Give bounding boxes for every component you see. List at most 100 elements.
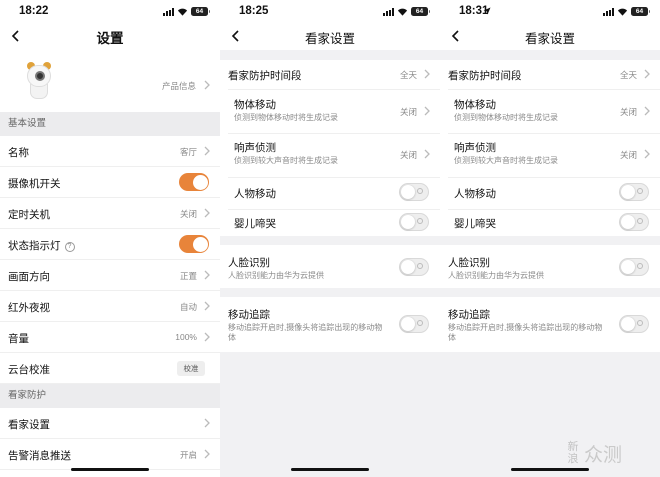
- watermark-char-1: 新: [567, 441, 579, 453]
- setting-row-volume[interactable]: 音量 100%: [0, 322, 220, 353]
- row-label: 人脸识别: [448, 257, 490, 269]
- object-motion-row[interactable]: 物体移动 侦测到物体移动时将生成记录 关闭: [440, 90, 660, 132]
- product-info-label: 产品信息: [161, 81, 196, 91]
- detection-card: 看家防护时间段 全天 物体移动 侦测到物体移动时将生成记录 关闭 响声侦测 侦测…: [220, 60, 440, 236]
- setting-row-night-vision[interactable]: 红外夜视 自动: [0, 291, 220, 322]
- section-header-basic: 基本设置: [0, 112, 220, 136]
- chevron-right-icon: [204, 332, 210, 342]
- chevron-right-icon: [204, 208, 210, 218]
- setting-row-orientation[interactable]: 画面方向 正置: [0, 260, 220, 291]
- row-value: 关闭: [399, 107, 417, 117]
- row-label: 婴儿啼哭: [454, 218, 496, 230]
- row-value: 关闭: [179, 209, 197, 219]
- location-arrow-icon: [483, 7, 491, 15]
- page-title: 看家设置: [304, 32, 355, 46]
- row-description: 侦测到较大声音时将生成记录: [234, 156, 338, 165]
- motion-tracking-toggle[interactable]: [399, 315, 429, 333]
- home-indicator[interactable]: [291, 468, 369, 471]
- camera-switch-toggle[interactable]: [179, 173, 209, 191]
- face-recognition-row: 人脸识别 人脸识别能力由华为云提供: [220, 245, 440, 288]
- row-value: 自动: [179, 302, 197, 312]
- row-value: 开启: [179, 450, 197, 460]
- guard-period-row[interactable]: 看家防护时间段 全天: [220, 60, 440, 88]
- row-label: 画面方向: [8, 271, 50, 283]
- motion-tracking-card: 移动追踪 移动追踪开启时,摄像头将追踪出现的移动物体: [220, 297, 440, 352]
- guard-settings-screen-2: 18:31 64 看家设置 看家防护时间段 全天 物体移动 侦测到物体移动时将生…: [440, 0, 660, 477]
- sound-detection-row[interactable]: 响声侦测 侦测到较大声音时将生成记录 关闭: [220, 134, 440, 176]
- human-motion-toggle[interactable]: [619, 183, 649, 201]
- battery-icon: 64: [191, 7, 210, 16]
- row-label: 云台校准: [8, 364, 50, 376]
- baby-cry-toggle[interactable]: [399, 213, 429, 231]
- row-label: 人脸识别: [228, 257, 270, 269]
- setting-row-guard-settings[interactable]: 看家设置: [0, 408, 220, 439]
- setting-row-alert-push[interactable]: 告警消息推送 开启: [0, 439, 220, 470]
- row-description: 人脸识别能力由华为云提供: [448, 271, 544, 280]
- row-value: 全天: [619, 70, 637, 80]
- calibrate-button[interactable]: 校准: [177, 361, 205, 376]
- home-indicator[interactable]: [71, 468, 149, 471]
- object-motion-row[interactable]: 物体移动 侦测到物体移动时将生成记录 关闭: [220, 90, 440, 132]
- row-label: 响声侦测: [234, 142, 276, 154]
- row-label: 物体移动: [234, 99, 276, 111]
- row-label: 定时关机: [8, 209, 50, 221]
- status-light-toggle[interactable]: [179, 235, 209, 253]
- wifi-icon: [177, 8, 188, 16]
- camera-product-image: [25, 62, 53, 100]
- row-value: 客厅: [179, 147, 197, 157]
- nav-bar: 看家设置: [220, 24, 440, 50]
- face-recognition-toggle[interactable]: [619, 258, 649, 276]
- help-icon[interactable]: ?: [64, 242, 75, 252]
- sound-detection-row[interactable]: 响声侦测 侦测到较大声音时将生成记录 关闭: [440, 134, 660, 176]
- setting-row-status-light: 状态指示灯?: [0, 229, 220, 260]
- detection-card: 看家防护时间段 全天 物体移动 侦测到物体移动时将生成记录 关闭 响声侦测 侦测…: [440, 60, 660, 236]
- status-time: 18:25: [239, 5, 269, 17]
- motion-tracking-toggle[interactable]: [619, 315, 649, 333]
- baby-cry-row: 婴儿啼哭: [440, 210, 660, 236]
- settings-screen: 18:22 64 设置 产品信息 基本设置 名称 客厅 摄像机开关 定时关机 关…: [0, 0, 220, 477]
- row-label: 状态指示灯: [8, 240, 61, 252]
- row-description: 移动追踪开启时,摄像头将追踪出现的移动物体: [448, 323, 603, 342]
- chevron-right-icon: [644, 149, 650, 159]
- row-label: 告警消息推送: [8, 450, 71, 462]
- baby-cry-toggle[interactable]: [619, 213, 649, 231]
- row-label: 人物移动: [234, 188, 276, 200]
- row-label: 音量: [8, 333, 29, 345]
- chevron-right-icon: [204, 80, 210, 90]
- setting-row-camera-switch: 摄像机开关: [0, 167, 220, 198]
- face-recognition-card: 人脸识别 人脸识别能力由华为云提供: [440, 245, 660, 288]
- battery-icon: 64: [411, 7, 430, 16]
- chevron-right-icon: [424, 149, 430, 159]
- row-value: 100%: [175, 332, 197, 342]
- row-value: 正置: [179, 271, 197, 281]
- row-label: 摄像机开关: [8, 178, 61, 190]
- row-description: 侦测到物体移动时将生成记录: [234, 113, 338, 122]
- page-title: 看家设置: [524, 32, 575, 46]
- row-label: 移动追踪: [228, 309, 270, 321]
- row-label: 物体移动: [454, 99, 496, 111]
- status-time: 18:22: [19, 5, 49, 17]
- setting-row-name[interactable]: 名称 客厅: [0, 136, 220, 167]
- chevron-right-icon: [204, 449, 210, 459]
- guard-period-row[interactable]: 看家防护时间段 全天: [440, 60, 660, 88]
- page-title: 设置: [96, 31, 124, 46]
- motion-tracking-row: 移动追踪 移动追踪开启时,摄像头将追踪出现的移动物体: [220, 297, 440, 352]
- baby-cry-row: 婴儿啼哭: [220, 210, 440, 236]
- row-value: 全天: [399, 70, 417, 80]
- chevron-right-icon: [424, 106, 430, 116]
- watermark-char-2: 浪: [567, 453, 579, 465]
- setting-row-ptz-calibration: 云台校准 校准: [0, 353, 220, 384]
- row-value: 关闭: [399, 150, 417, 160]
- face-recognition-toggle[interactable]: [399, 258, 429, 276]
- row-value: 关闭: [619, 107, 637, 117]
- chevron-right-icon: [644, 106, 650, 116]
- battery-icon: 64: [631, 7, 650, 16]
- cellular-signal-icon: [383, 7, 394, 16]
- product-info-row[interactable]: 产品信息: [0, 52, 220, 110]
- cellular-signal-icon: [163, 7, 174, 16]
- nav-bar: 看家设置: [440, 24, 660, 50]
- row-label: 看家防护时间段: [228, 70, 302, 82]
- setting-row-scheduled-off[interactable]: 定时关机 关闭: [0, 198, 220, 229]
- human-motion-toggle[interactable]: [399, 183, 429, 201]
- status-bar: 18:22 64: [0, 0, 220, 24]
